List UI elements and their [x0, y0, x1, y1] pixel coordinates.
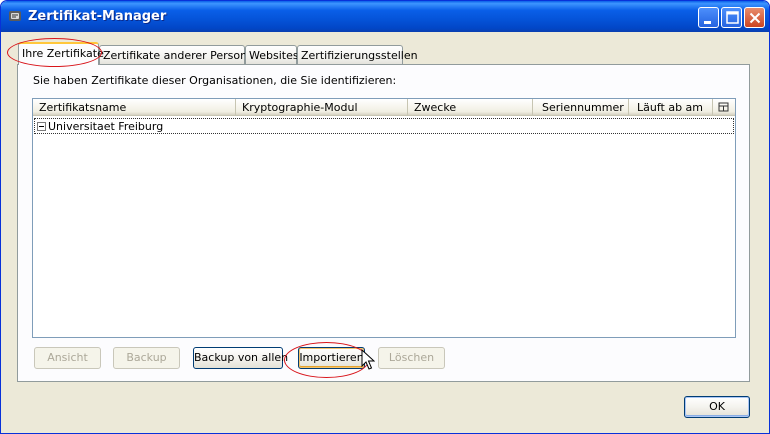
- tab-websites[interactable]: Websites: [245, 45, 299, 64]
- info-text: Sie haben Zertifikate dieser Organisatio…: [33, 74, 397, 87]
- import-button[interactable]: Importieren: [298, 347, 365, 369]
- tree-row[interactable]: Universitaet Freiburg: [34, 118, 734, 134]
- certificate-manager-window: Zertifikat-Manager Ihre Zertifikate Zert…: [0, 0, 770, 434]
- tab-label: Zertifizierungsstellen: [301, 49, 418, 62]
- column-picker-icon: [718, 102, 729, 112]
- minimize-icon: [704, 21, 711, 24]
- window-title: Zertifikat-Manager: [28, 9, 167, 24]
- close-button[interactable]: [744, 7, 765, 28]
- certificate-tree[interactable]: Zertifikatsname Kryptographie-Modul Zwec…: [32, 98, 736, 338]
- tab-label: Zertifikate anderer Personen: [103, 49, 261, 62]
- certificate-manager-icon: [9, 11, 21, 21]
- tab-your-certificates[interactable]: Ihre Zertifikate: [18, 42, 104, 65]
- maximize-icon: [726, 11, 739, 24]
- column-header-serial-number[interactable]: Seriennummer: [533, 99, 629, 116]
- ok-button[interactable]: OK: [684, 396, 750, 418]
- backup-all-button[interactable]: Backup von allen: [193, 347, 288, 369]
- column-picker-button[interactable]: [713, 99, 735, 116]
- title-bar[interactable]: Zertifikat-Manager: [1, 1, 769, 32]
- tab-label: Websites: [249, 49, 299, 62]
- column-header-crypto-module[interactable]: Kryptographie-Modul: [236, 99, 408, 116]
- view-button[interactable]: Ansicht: [34, 347, 101, 369]
- minimize-button[interactable]: [698, 7, 719, 28]
- tree-row-label: Universitaet Freiburg: [48, 120, 164, 133]
- maximize-button[interactable]: [721, 7, 742, 28]
- column-header-purposes[interactable]: Zwecke: [408, 99, 533, 116]
- collapse-icon[interactable]: [37, 122, 46, 131]
- close-icon: [749, 12, 761, 24]
- delete-button[interactable]: Löschen: [378, 347, 445, 369]
- column-header-expires-on[interactable]: Läuft ab am: [629, 99, 713, 116]
- tab-certificate-authorities[interactable]: Zertifizierungsstellen: [297, 45, 418, 64]
- mouse-pointer-icon: [361, 349, 375, 370]
- tab-label: Ihre Zertifikate: [22, 47, 104, 60]
- column-header-certificate-name[interactable]: Zertifikatsname: [33, 99, 236, 116]
- tab-other-people-certificates[interactable]: Zertifikate anderer Personen: [99, 45, 261, 64]
- backup-button[interactable]: Backup: [113, 347, 180, 369]
